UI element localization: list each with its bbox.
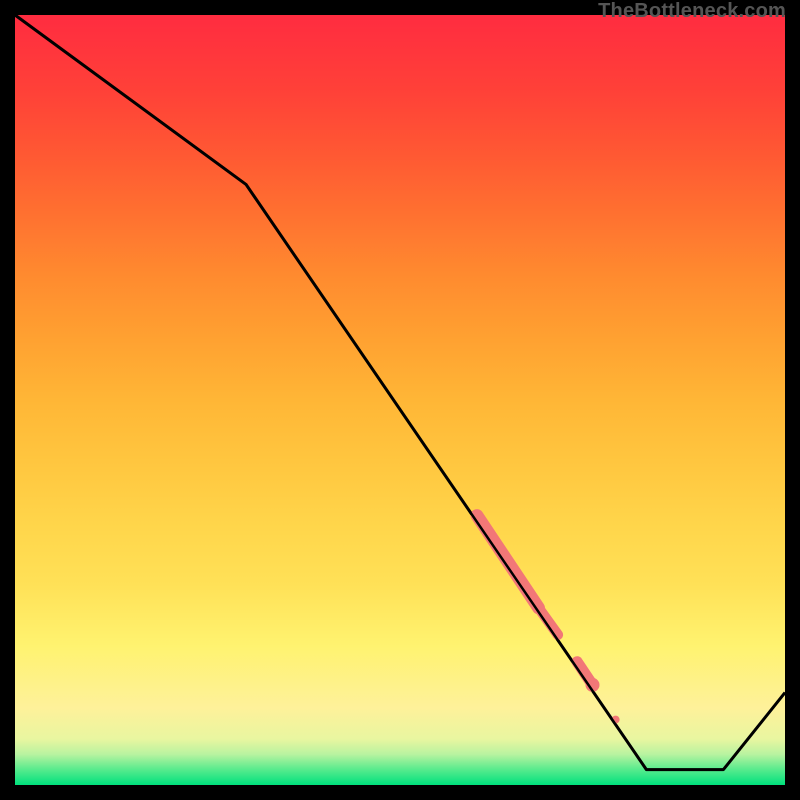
- chart-overlay: [0, 0, 800, 800]
- watermark-text: TheBottleneck.com: [598, 0, 786, 23]
- bottleneck-curve: [15, 15, 785, 770]
- chart-frame: TheBottleneck.com: [0, 0, 800, 800]
- bottleneck-curve: [15, 15, 785, 770]
- highlight-segment: [477, 516, 539, 608]
